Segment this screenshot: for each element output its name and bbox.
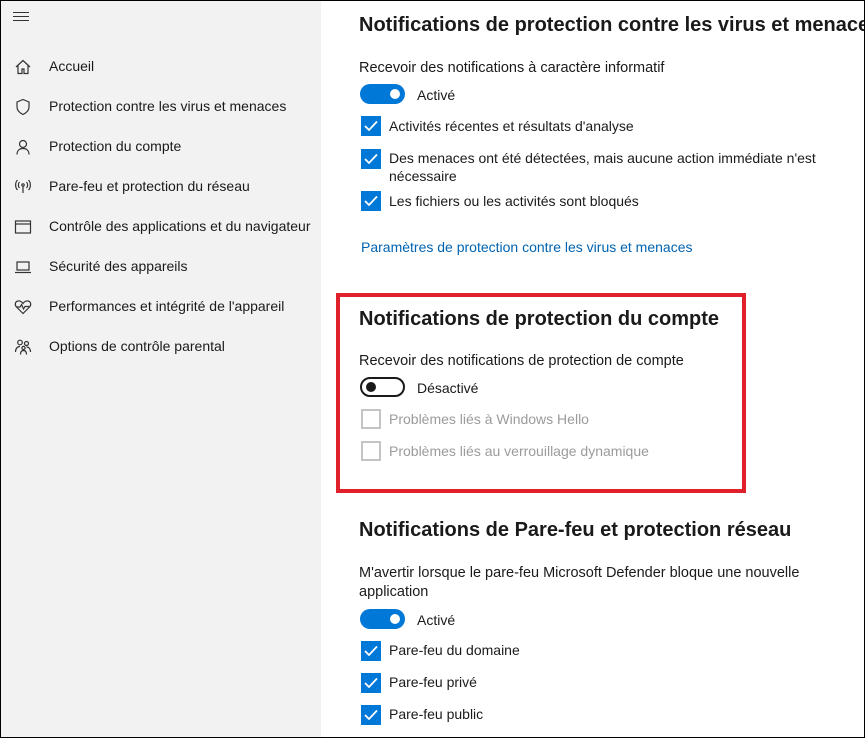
sidebar-item-app-browser-control[interactable]: Contrôle des applications et du navigate…: [1, 209, 321, 245]
checkbox-files-blocked[interactable]: [361, 191, 381, 211]
checkbox-label-line: nécessaire: [389, 168, 457, 184]
checkbox-label: Problèmes liés à Windows Hello: [389, 411, 589, 427]
sidebar-item-firewall[interactable]: Pare-feu et protection du réseau: [1, 169, 321, 205]
sidebar-item-label: Protection du compte: [49, 138, 182, 154]
sidebar-item-account-protection[interactable]: Protection du compte: [1, 129, 321, 165]
family-icon: [14, 339, 32, 355]
laptop-icon: [15, 261, 31, 274]
virus-toggle-state-label: Activé: [417, 87, 456, 103]
checkbox-label: Pare-feu du domaine: [389, 642, 520, 658]
subtitle-line: M'avertir lorsque le pare-feu Microsoft …: [359, 565, 800, 581]
sidebar-item-virus-protection[interactable]: Protection contre les virus et menaces: [1, 89, 321, 125]
sidebar-item-label: Sécurité des appareils: [49, 258, 188, 274]
person-icon: [16, 139, 30, 155]
sidebar-item-label: Protection contre les virus et menaces: [49, 98, 287, 114]
shield-icon: [16, 98, 30, 116]
checkbox-label: Pare-feu privé: [389, 674, 477, 690]
firewall-notifications-subtitle: M'avertir lorsque le pare-feu Microsoft …: [359, 564, 799, 602]
wifi-antenna-icon: [15, 179, 31, 193]
sidebar-item-device-security[interactable]: Sécurité des appareils: [1, 249, 321, 285]
subtitle-line: application: [359, 584, 429, 600]
checkbox-label: Pare-feu public: [389, 706, 484, 722]
sidebar-item-label: Performances et intégrité de l'appareil: [49, 298, 285, 314]
home-icon: [15, 59, 31, 75]
browser-window-icon: [14, 220, 32, 234]
virus-notifications-toggle[interactable]: [360, 84, 405, 104]
virus-notifications-subtitle: Recevoir des notifications à caractère i…: [359, 60, 665, 76]
checkbox-domain-firewall[interactable]: [361, 641, 381, 661]
virus-notifications-title: Notifications de protection contre les v…: [359, 14, 865, 36]
checkbox-dynamic-lock[interactable]: [361, 441, 381, 461]
checkbox-label: Des menaces ont été détectées, mais aucu…: [389, 149, 816, 185]
checkbox-label: Problèmes liés au verrouillage dynamique: [389, 443, 649, 459]
settings-content: Notifications de protection contre les v…: [321, 1, 865, 737]
sidebar-item-label: Pare-feu et protection du réseau: [49, 178, 250, 194]
account-toggle-state-label: Désactivé: [417, 380, 479, 396]
checkbox-label-line: Des menaces ont été détectées, mais aucu…: [389, 150, 816, 166]
firewall-notifications-toggle[interactable]: [360, 609, 405, 629]
firewall-toggle-state-label: Activé: [417, 612, 456, 628]
menu-hamburger-icon[interactable]: [13, 12, 29, 24]
checkbox-threats-detected[interactable]: [361, 149, 381, 169]
sidebar-item-device-performance[interactable]: Performances et intégrité de l'appareil: [1, 289, 321, 325]
sidebar-item-parental-control[interactable]: Options de contrôle parental: [1, 329, 321, 365]
checkbox-windows-hello[interactable]: [361, 409, 381, 429]
sidebar-item-home[interactable]: Accueil: [1, 49, 321, 85]
checkbox-label: Activités récentes et résultats d'analys…: [389, 118, 634, 134]
checkbox-label: Les fichiers ou les activités sont bloqu…: [389, 193, 639, 209]
sidebar-item-label: Contrôle des applications et du navigate…: [49, 218, 311, 234]
account-notifications-title: Notifications de protection du compte: [359, 308, 720, 330]
sidebar: Accueil Protection contre les virus et m…: [1, 1, 321, 737]
heart-pulse-icon: [14, 300, 32, 315]
firewall-notifications-title: Notifications de Pare-feu et protection …: [359, 519, 792, 541]
account-notifications-toggle[interactable]: [360, 377, 405, 397]
checkbox-recent-activity[interactable]: [361, 116, 381, 136]
sidebar-item-label: Options de contrôle parental: [49, 338, 225, 354]
checkbox-public-firewall[interactable]: [361, 705, 381, 725]
checkbox-private-firewall[interactable]: [361, 673, 381, 693]
sidebar-item-label: Accueil: [49, 58, 95, 74]
virus-protection-settings-link[interactable]: Paramètres de protection contre les viru…: [361, 239, 693, 255]
account-notifications-subtitle: Recevoir des notifications de protection…: [359, 353, 684, 369]
